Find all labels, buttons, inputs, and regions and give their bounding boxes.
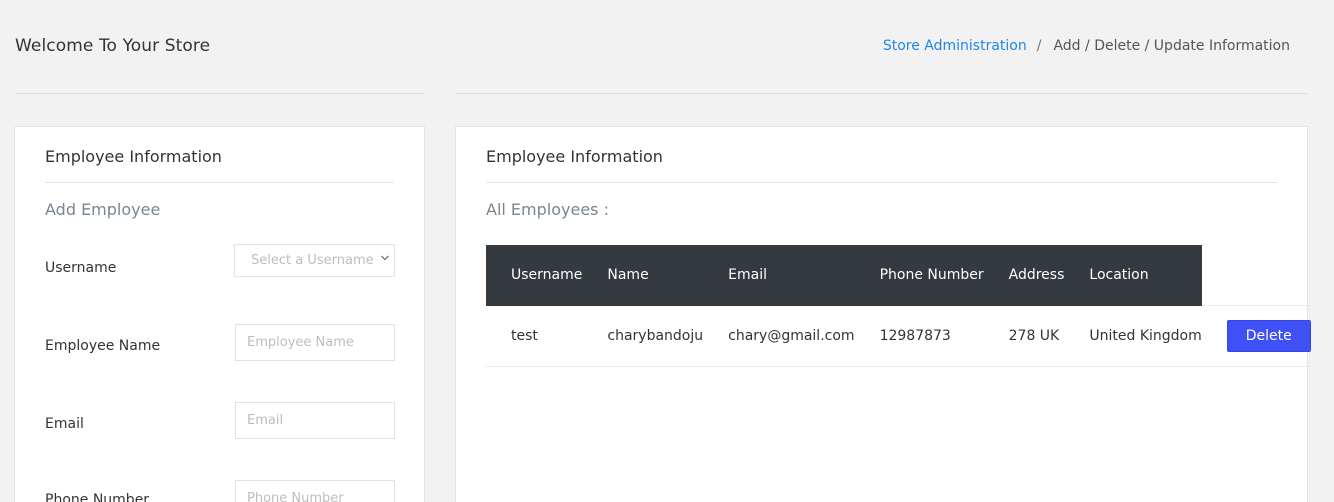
table-header-row: Username Name Email Phone Number Address…	[486, 245, 1311, 306]
phone-number-label: Phone Number	[45, 492, 150, 502]
column-header-location: Location	[1064, 245, 1202, 306]
employee-name-input[interactable]	[235, 324, 395, 361]
cell-location: United Kingdom	[1064, 305, 1202, 367]
divider-right	[455, 93, 1307, 94]
divider-left	[15, 93, 425, 94]
card-divider	[45, 182, 394, 183]
username-label: Username	[45, 260, 117, 276]
card-divider	[486, 182, 1277, 183]
column-header-name: Name	[582, 245, 704, 306]
add-employee-card: Employee Information Add Employee Userna…	[14, 126, 425, 502]
breadcrumb-current: Add / Delete / Update Information	[1053, 38, 1290, 54]
page: Welcome To Your Store Store Administrati…	[0, 0, 1334, 502]
breadcrumb-link-store-administration[interactable]: Store Administration	[883, 38, 1027, 54]
phone-number-input[interactable]	[235, 480, 395, 502]
all-employees-heading: All Employees :	[486, 200, 609, 219]
column-header-address: Address	[983, 245, 1065, 306]
card-title: Employee Information	[45, 147, 222, 166]
column-header-phone-number: Phone Number	[854, 245, 984, 306]
breadcrumb-separator: /	[1036, 38, 1042, 54]
page-title: Welcome To Your Store	[15, 36, 211, 56]
card-title: Employee Information	[486, 147, 663, 166]
cell-phone-number: 12987873	[854, 305, 984, 367]
column-header-username: Username	[486, 245, 583, 306]
table-row: test charybandoju chary@gmail.com 129878…	[486, 305, 1311, 367]
cell-action: Delete	[1201, 305, 1311, 367]
email-label: Email	[45, 416, 84, 432]
column-header-action	[1201, 245, 1311, 306]
column-header-email: Email	[703, 245, 855, 306]
employee-name-label: Employee Name	[45, 338, 161, 354]
add-employee-heading: Add Employee	[45, 200, 161, 219]
cell-address: 278 UK	[983, 305, 1065, 367]
cell-name: charybandoju	[582, 305, 704, 367]
delete-button[interactable]: Delete	[1226, 320, 1311, 352]
employees-table: Username Name Email Phone Number Address…	[486, 245, 1311, 367]
cell-username: test	[486, 305, 583, 367]
cell-email: chary@gmail.com	[703, 305, 855, 367]
username-select[interactable]: Select a Username	[234, 244, 395, 277]
username-select-wrapper: Select a Username	[234, 244, 395, 277]
all-employees-card: Employee Information All Employees : Use…	[455, 126, 1311, 502]
email-input[interactable]	[235, 402, 395, 439]
breadcrumb: Store Administration / Add / Delete / Up…	[883, 38, 1290, 54]
